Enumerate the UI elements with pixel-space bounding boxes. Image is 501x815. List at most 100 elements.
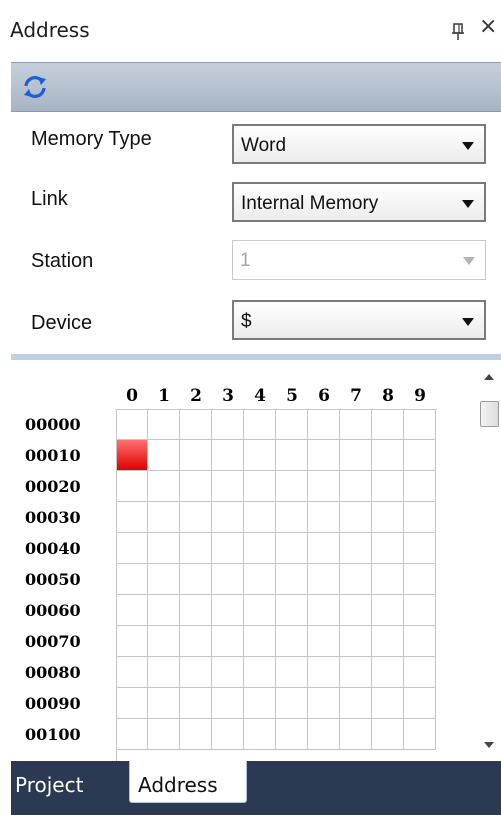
grid-cell[interactable]	[116, 626, 148, 657]
grid-cell-active[interactable]	[116, 440, 148, 471]
grid-cell[interactable]	[212, 657, 244, 688]
grid-cell[interactable]	[180, 564, 212, 595]
grid-cell[interactable]	[148, 409, 180, 440]
grid-cell[interactable]	[308, 688, 340, 719]
grid-cell[interactable]	[372, 533, 404, 564]
grid-cell[interactable]	[404, 533, 436, 564]
grid-cell[interactable]	[404, 471, 436, 502]
pin-icon[interactable]	[450, 22, 466, 42]
grid-cell[interactable]	[276, 471, 308, 502]
grid-cell[interactable]	[180, 471, 212, 502]
grid-cell[interactable]	[372, 471, 404, 502]
grid-cell[interactable]	[404, 409, 436, 440]
grid-cell[interactable]	[308, 409, 340, 440]
grid-cell[interactable]	[180, 409, 212, 440]
grid-cell[interactable]	[340, 409, 372, 440]
grid-cell[interactable]	[148, 688, 180, 719]
grid-cell[interactable]	[212, 440, 244, 471]
grid-cell[interactable]	[340, 595, 372, 626]
grid-cell[interactable]	[372, 595, 404, 626]
grid-cell[interactable]	[372, 626, 404, 657]
grid-cell[interactable]	[340, 564, 372, 595]
grid-cell[interactable]	[180, 595, 212, 626]
grid-cell[interactable]	[148, 533, 180, 564]
grid-cell[interactable]	[212, 564, 244, 595]
grid-cell[interactable]	[372, 564, 404, 595]
grid-cell[interactable]	[212, 595, 244, 626]
grid-cell[interactable]	[244, 719, 276, 750]
grid-cell[interactable]	[244, 626, 276, 657]
grid-cell[interactable]	[180, 502, 212, 533]
grid-cell[interactable]	[308, 657, 340, 688]
grid-cell[interactable]	[372, 440, 404, 471]
grid-cell[interactable]	[276, 502, 308, 533]
grid-cell[interactable]	[180, 626, 212, 657]
grid-cell[interactable]	[276, 688, 308, 719]
close-icon[interactable]: ×	[479, 16, 497, 38]
grid-cell[interactable]	[244, 564, 276, 595]
grid-cell[interactable]	[340, 688, 372, 719]
memory-type-select[interactable]: Word	[232, 124, 486, 164]
grid-cell[interactable]	[148, 502, 180, 533]
grid-cell[interactable]	[308, 471, 340, 502]
grid-cell[interactable]	[212, 471, 244, 502]
grid-cell[interactable]	[340, 502, 372, 533]
tab-project[interactable]: Project	[15, 773, 83, 797]
grid-cell[interactable]	[116, 471, 148, 502]
grid-cell[interactable]	[372, 719, 404, 750]
grid-cell[interactable]	[404, 719, 436, 750]
grid-cell[interactable]	[116, 409, 148, 440]
scroll-down-icon[interactable]	[484, 742, 494, 748]
grid-cell[interactable]	[148, 719, 180, 750]
grid-cell[interactable]	[212, 409, 244, 440]
scroll-thumb[interactable]	[480, 401, 499, 427]
scroll-up-icon[interactable]	[484, 374, 494, 380]
grid-cell[interactable]	[180, 533, 212, 564]
grid-cell[interactable]	[116, 719, 148, 750]
grid-cell[interactable]	[404, 657, 436, 688]
grid-cell[interactable]	[148, 657, 180, 688]
grid-cell[interactable]	[244, 471, 276, 502]
grid-cell[interactable]	[276, 533, 308, 564]
grid-cell[interactable]	[276, 626, 308, 657]
grid-cell[interactable]	[276, 564, 308, 595]
grid-cell[interactable]	[404, 688, 436, 719]
grid-cell[interactable]	[116, 688, 148, 719]
grid-cell[interactable]	[308, 595, 340, 626]
grid-cell[interactable]	[148, 564, 180, 595]
grid-cell[interactable]	[212, 502, 244, 533]
grid-cell[interactable]	[212, 688, 244, 719]
grid-cell[interactable]	[180, 688, 212, 719]
grid-cell[interactable]	[116, 564, 148, 595]
grid-cell[interactable]	[148, 595, 180, 626]
grid-cell[interactable]	[116, 502, 148, 533]
grid-cell[interactable]	[212, 533, 244, 564]
grid-cell[interactable]	[404, 595, 436, 626]
grid-cell[interactable]	[308, 626, 340, 657]
grid-cell[interactable]	[180, 719, 212, 750]
grid-cell[interactable]	[116, 657, 148, 688]
grid-cell[interactable]	[372, 688, 404, 719]
grid-cell[interactable]	[340, 440, 372, 471]
grid-cell[interactable]	[372, 502, 404, 533]
grid-cell[interactable]	[308, 502, 340, 533]
grid-cell[interactable]	[276, 657, 308, 688]
vertical-scrollbar[interactable]	[476, 360, 501, 761]
grid-cell[interactable]	[244, 688, 276, 719]
grid-cell[interactable]	[276, 595, 308, 626]
grid-cell[interactable]	[244, 502, 276, 533]
grid-cell[interactable]	[244, 533, 276, 564]
grid-cell[interactable]	[404, 440, 436, 471]
grid-cell[interactable]	[180, 657, 212, 688]
grid-cell[interactable]	[404, 502, 436, 533]
device-select[interactable]: $	[232, 300, 486, 340]
grid-cell[interactable]	[340, 471, 372, 502]
grid-cell[interactable]	[148, 471, 180, 502]
grid-cell[interactable]	[340, 533, 372, 564]
grid-cell[interactable]	[404, 564, 436, 595]
grid-cell[interactable]	[340, 626, 372, 657]
link-select[interactable]: Internal Memory	[232, 182, 486, 222]
grid-cell[interactable]	[212, 719, 244, 750]
grid-cell[interactable]	[212, 626, 244, 657]
grid-cell[interactable]	[308, 564, 340, 595]
